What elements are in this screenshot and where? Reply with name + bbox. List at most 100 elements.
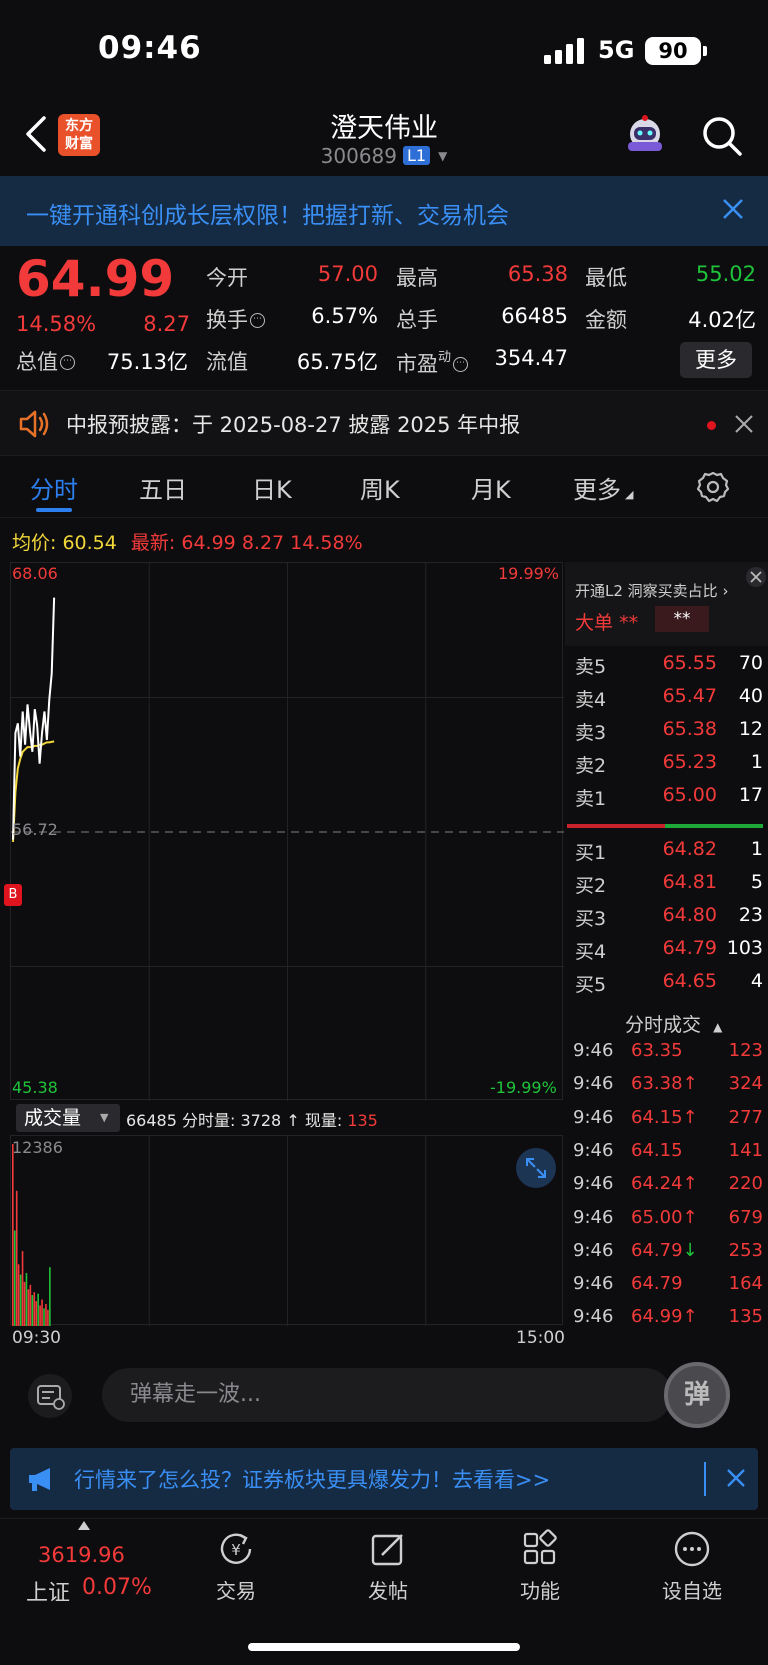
ask-row[interactable]: 卖3 65.38 12 [565, 718, 763, 751]
change-pct: 14.58% [16, 312, 97, 336]
close-icon[interactable] [724, 1466, 748, 1490]
mktcap-label[interactable]: 总值 ⋯ [16, 346, 75, 376]
home-indicator [248, 1643, 520, 1651]
float-value: 65.75亿 [296, 350, 378, 374]
danmu-settings-icon[interactable] [28, 1374, 72, 1418]
info-icon: ⋯ [250, 313, 265, 328]
trade-volume: 277 [728, 1106, 763, 1128]
gear-icon[interactable] [696, 470, 730, 504]
signal-icon [544, 38, 584, 64]
tab-five-day[interactable]: 五日 [139, 470, 187, 505]
trade-volume: 324 [728, 1073, 763, 1095]
volume-bar [25, 1273, 28, 1326]
close-icon[interactable] [745, 566, 767, 588]
ask-row[interactable]: 卖1 65.00 17 [565, 784, 763, 817]
y-axis-max: 68.06 [12, 564, 58, 583]
bid-row[interactable]: 买5 64.65 4 [565, 970, 763, 1003]
trade-row: 9:46 63.38↑ 324 [565, 1073, 763, 1106]
trade-time: 9:46 [573, 1106, 614, 1128]
nav-watchlist-label: 设自选 [662, 1579, 722, 1603]
divider [704, 1462, 706, 1496]
trade-arrow-icon: ↑ [682, 1173, 698, 1195]
turnover-value: 6.57% [311, 304, 378, 328]
trade-price: 64.79 [631, 1273, 683, 1295]
more-button[interactable]: 更多 [680, 342, 752, 378]
trade-price: 64.15 [631, 1139, 683, 1161]
trade-volume: 253 [728, 1239, 763, 1261]
bid-row[interactable]: 买1 64.82 1 [565, 838, 763, 871]
volume-bar [39, 1305, 41, 1326]
nav-post-label: 发帖 [368, 1579, 408, 1603]
trade-arrow-icon: ↑ [682, 1073, 698, 1095]
stock-code: 300689 [320, 144, 398, 168]
latest-label: 最新: [130, 532, 176, 554]
trade-volume: 123 [728, 1040, 763, 1061]
volume-bar [43, 1308, 45, 1326]
volume-bar [29, 1284, 32, 1326]
volume-bar [35, 1301, 37, 1326]
buy-signal-marker[interactable]: B [4, 884, 22, 906]
big-order-masked: ** [655, 606, 709, 632]
trade-row: 9:46 64.79 164 [565, 1273, 763, 1306]
bid-row[interactable]: 买3 64.80 23 [565, 904, 763, 937]
intraday-chart[interactable] [10, 562, 564, 1101]
danmu-send-button[interactable]: 弹 [664, 1362, 730, 1428]
bid-row[interactable]: 买4 64.79 103 [565, 937, 763, 970]
tab-daily-k[interactable]: 日K [252, 470, 292, 505]
tab-monthly-k[interactable]: 月K [471, 470, 511, 505]
search-icon[interactable] [700, 114, 744, 158]
nav-post[interactable]: 发帖 [328, 1529, 448, 1604]
trade-volume: 679 [728, 1206, 763, 1228]
tab-more[interactable]: 更多 ◢ [573, 470, 633, 505]
nav-trade[interactable]: ¥ 交易 [176, 1529, 296, 1604]
network-label: 5G [598, 36, 635, 64]
top-nav: 东方 财富 澄天伟业 300689 L1 ▼ [0, 100, 768, 176]
ask-row[interactable]: 卖4 65.47 40 [565, 685, 763, 718]
ask-row[interactable]: 卖2 65.23 1 [565, 751, 763, 784]
l2-promo-box[interactable]: 开通L2 洞察买卖占比 › 大单 ** ** [565, 562, 768, 646]
period-volume-value: 3728 [240, 1111, 282, 1130]
close-icon[interactable] [718, 194, 748, 224]
trades-header[interactable]: 分时成交 ▲ [625, 1010, 722, 1037]
turnover-label[interactable]: 换手 ⋯ [206, 304, 265, 334]
volume-stats: 66485 分时量: 3728 ↑ 现量: 135 [126, 1107, 378, 1131]
trade-price: 64.15↑ [631, 1106, 698, 1128]
low-value: 55.02 [695, 262, 756, 286]
trade-price: 63.38↑ [631, 1073, 698, 1095]
trade-price: 65.00↑ [631, 1206, 698, 1228]
volume-bar [37, 1293, 39, 1326]
clock: 09:46 [98, 30, 202, 66]
chevron-up-icon: ▲ [713, 1020, 723, 1034]
ask-row[interactable]: 卖5 65.55 70 [565, 652, 763, 685]
notice-text: 中报预披露：于 2025-08-27 披露 2025 年中报 [66, 413, 521, 437]
ad-banner[interactable]: 行情来了怎么投？证券板块更具爆发力！去看看>> [10, 1448, 758, 1510]
megaphone-icon [29, 1468, 50, 1491]
robot-assistant-icon[interactable] [622, 112, 668, 158]
trade-arrow-icon: ↑ [682, 1106, 698, 1128]
tab-intraday[interactable]: 分时 [30, 470, 78, 505]
arrow-up-icon: ↑ [286, 1111, 300, 1130]
danmu-input[interactable]: 弹幕走一波... [102, 1368, 672, 1422]
tab-weekly-k[interactable]: 周K [360, 470, 400, 505]
trade-arrow-icon: ↑ [682, 1306, 698, 1328]
latest-change: 8.27 [241, 532, 285, 554]
avg-value: 60.54 [62, 532, 117, 554]
nav-watchlist[interactable]: 设自选 [632, 1529, 752, 1604]
index-ticker[interactable]: 3619.96 上证 0.07% [0, 1519, 170, 1619]
nav-trade-label: 交易 [216, 1579, 256, 1603]
notice-bar[interactable]: 中报预披露：于 2025-08-27 披露 2025 年中报 [0, 390, 768, 456]
bid-row[interactable]: 买2 64.81 5 [565, 871, 763, 904]
grid-icon [523, 1529, 557, 1565]
volume-chart[interactable] [10, 1135, 563, 1326]
pe-label[interactable]: 市盈动 ⋯ [396, 346, 469, 378]
expand-icon[interactable] [516, 1148, 556, 1188]
promo-banner[interactable]: 一键开通科创成长层权限！把握打新、交易机会 [0, 176, 768, 246]
chevron-right-icon: › [722, 582, 729, 600]
trade-row: 9:46 64.15↑ 277 [565, 1107, 763, 1140]
high-value: 65.38 [507, 262, 568, 286]
close-icon[interactable] [733, 413, 755, 435]
float-label: 流值 [206, 350, 248, 374]
caret-up-icon [78, 1521, 90, 1530]
volume-axis-max: 12386 [12, 1138, 63, 1157]
nav-functions[interactable]: 功能 [480, 1529, 600, 1604]
